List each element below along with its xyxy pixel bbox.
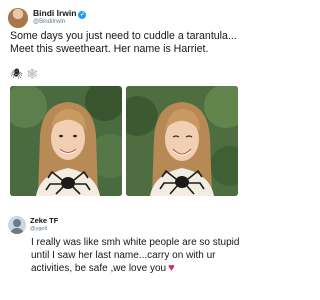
tweet-media — [10, 86, 238, 196]
spider-web-icon: 🕸 — [25, 69, 39, 80]
tweet-emojis: 🕷 🕸 — [10, 69, 38, 81]
spider-icon: 🕷 — [10, 69, 23, 80]
original-tweet: Bindi Irwin ✓ @BindiIrwin Some days you j… — [0, 0, 248, 200]
tweet-text: Some days you just need to cuddle a tara… — [10, 30, 242, 55]
verified-badge-icon: ✓ — [78, 11, 87, 19]
reply-author-avatar[interactable] — [8, 216, 26, 234]
tweet-text-line1: Some days you just need to cuddle a tara… — [10, 30, 237, 55]
author-name[interactable]: Bindi Irwin ✓ — [33, 8, 87, 19]
reply-author-handle[interactable]: @ygelt — [30, 226, 47, 232]
photo-right[interactable] — [126, 86, 238, 196]
reply-text-body: I really was like smh white people are s… — [31, 237, 240, 275]
author-avatar[interactable] — [8, 8, 28, 28]
photo-left[interactable] — [10, 86, 122, 196]
author-handle[interactable]: @BindiIrwin — [33, 19, 65, 25]
heart-icon: ♥ — [168, 262, 175, 275]
reply-text: I really was like smh white people are s… — [31, 237, 243, 276]
reply-author-name[interactable]: Zeke TF — [30, 216, 58, 225]
reply-tweet: Zeke TF @ygelt I really was like smh whi… — [0, 210, 248, 300]
